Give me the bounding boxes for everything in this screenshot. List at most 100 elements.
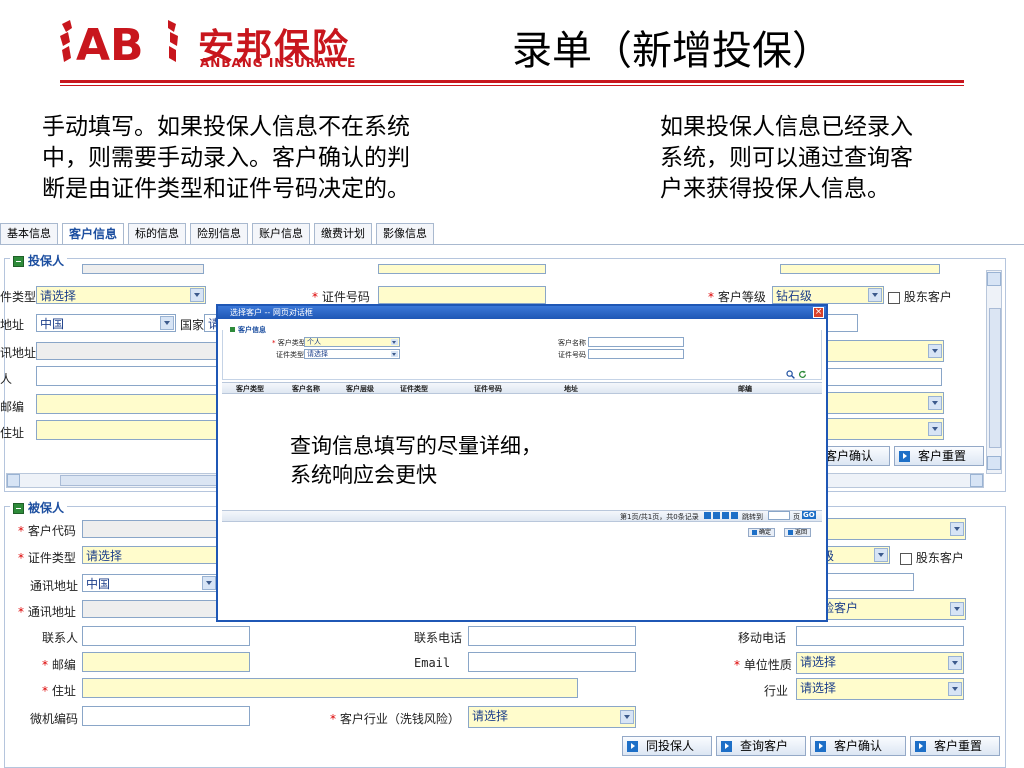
- tab-subject-info[interactable]: 标的信息: [128, 223, 187, 244]
- vertical-scroll-thumb[interactable]: [989, 308, 1001, 448]
- manual-entry-note: 手动填写。如果投保人信息不在系统 中，则需要手动录入。客户确认的判 断是由证件类…: [42, 114, 410, 202]
- insured-right-input[interactable]: [818, 573, 914, 591]
- dialog-id-type-select[interactable]: 请选择: [304, 349, 400, 359]
- applicant-legend[interactable]: 投保人: [10, 252, 68, 269]
- applicant-top-field-2[interactable]: [378, 264, 546, 274]
- play-icon: [721, 741, 732, 752]
- insured-email-input[interactable]: [468, 652, 636, 672]
- tab-coverage-info[interactable]: 险别信息: [190, 223, 249, 244]
- applicant-id-no-label: * 证件号码: [312, 290, 370, 304]
- scroll-up-icon[interactable]: [987, 272, 1001, 286]
- chevron-down-icon: [948, 656, 962, 670]
- play-icon: [899, 451, 910, 462]
- insured-confirm-button[interactable]: 客户确认: [810, 736, 906, 756]
- insured-customer-code-input[interactable]: [82, 520, 218, 538]
- next-page-icon[interactable]: [722, 512, 729, 519]
- chevron-down-icon: [202, 576, 216, 590]
- insured-aml-industry-select[interactable]: 请选择: [468, 706, 636, 728]
- chevron-down-icon: [948, 682, 962, 696]
- insured-shareholder-checkbox[interactable]: 股东客户: [900, 549, 964, 566]
- column-header[interactable]: 证件号码: [474, 384, 502, 394]
- applicant-comm-address-input[interactable]: [36, 342, 218, 360]
- insured-residence-input[interactable]: [82, 678, 578, 698]
- column-header[interactable]: 客户名称: [292, 384, 320, 394]
- applicant-right-select-3[interactable]: [812, 418, 944, 440]
- insured-level-select[interactable]: 级: [818, 546, 890, 564]
- dialog-back-button[interactable]: 返回: [784, 528, 812, 537]
- goto-label: 跳转到: [742, 513, 763, 521]
- insured-customer-code-label: * 客户代码: [18, 524, 76, 538]
- collapse-icon[interactable]: [13, 256, 24, 267]
- applicant-right-text-input[interactable]: [812, 368, 942, 386]
- query-customer-button[interactable]: 查询客户: [716, 736, 806, 756]
- applicant-shareholder-checkbox[interactable]: 股东客户: [888, 288, 952, 305]
- dialog-ok-button[interactable]: 确定: [748, 528, 776, 537]
- refresh-icon[interactable]: [798, 364, 807, 378]
- goto-page-input[interactable]: [768, 511, 790, 520]
- horizontal-scroll-thumb[interactable]: [60, 475, 220, 486]
- dialog-customer-type-select[interactable]: 个人: [304, 337, 400, 347]
- applicant-top-field-3[interactable]: [780, 264, 940, 274]
- dialog-customer-name-input[interactable]: [588, 337, 684, 347]
- insured-zip-label: * 邮编: [42, 658, 76, 672]
- column-header[interactable]: 邮编: [738, 384, 752, 394]
- column-header[interactable]: 客户类型: [236, 384, 264, 394]
- close-icon[interactable]: ×: [813, 307, 824, 318]
- applicant-zip-input[interactable]: [36, 394, 218, 414]
- insured-risk-select[interactable]: 险客户: [818, 598, 966, 620]
- chevron-down-icon: [391, 351, 398, 357]
- insured-micro-code-input[interactable]: [82, 706, 250, 726]
- dialog-title-bar[interactable]: 选择客户 -- 网页对话框: [218, 306, 826, 319]
- applicant-level-select[interactable]: 钻石级: [772, 286, 884, 304]
- go-button[interactable]: GO: [802, 511, 816, 519]
- collapse-icon[interactable]: [13, 503, 24, 514]
- tab-customer-info[interactable]: 客户信息: [62, 223, 125, 244]
- insured-zip-input[interactable]: [82, 652, 250, 672]
- scroll-right-icon[interactable]: [970, 474, 983, 487]
- dialog-id-no-input[interactable]: [588, 349, 684, 359]
- same-as-applicant-button[interactable]: 同投保人: [622, 736, 712, 756]
- insured-unit-nature-select[interactable]: 请选择: [796, 652, 964, 674]
- applicant-contact-input[interactable]: [36, 366, 218, 386]
- applicant-id-no-input[interactable]: [378, 286, 546, 304]
- play-icon: [815, 741, 826, 752]
- last-page-icon[interactable]: [731, 512, 738, 519]
- applicant-right-select[interactable]: 户: [812, 340, 944, 362]
- tab-image-info[interactable]: 影像信息: [376, 223, 435, 244]
- insured-comm-address2-input[interactable]: [82, 600, 218, 618]
- insured-reset-button[interactable]: 客户重置: [910, 736, 1000, 756]
- checkbox-icon[interactable]: [900, 552, 912, 565]
- insured-right-select[interactable]: [812, 518, 966, 540]
- applicant-address-select[interactable]: 中国: [36, 314, 176, 332]
- scroll-left-icon[interactable]: [7, 474, 20, 487]
- insured-phone-input[interactable]: [468, 626, 636, 646]
- tab-basic-info[interactable]: 基本信息: [0, 223, 58, 244]
- insured-industry-select[interactable]: 请选择: [796, 678, 964, 700]
- play-icon: [627, 741, 638, 752]
- column-header[interactable]: 地址: [564, 384, 578, 394]
- applicant-id-type-select[interactable]: 请选择: [36, 286, 206, 304]
- insured-id-type-select[interactable]: 请选择: [82, 546, 218, 564]
- column-header[interactable]: 客户层级: [346, 384, 374, 394]
- page-title: 录单（新增投保）: [512, 28, 832, 74]
- checkbox-icon[interactable]: [888, 291, 900, 304]
- search-icon[interactable]: [786, 364, 795, 379]
- chevron-down-icon: [160, 316, 174, 330]
- insured-legend[interactable]: 被保人: [10, 499, 68, 516]
- column-header[interactable]: 证件类型: [400, 384, 428, 394]
- applicant-right-select-2[interactable]: [812, 392, 944, 414]
- scroll-down-icon[interactable]: [987, 456, 1001, 470]
- tab-payment-plan[interactable]: 缴费计划: [314, 223, 373, 244]
- insured-contact-input[interactable]: [82, 626, 250, 646]
- applicant-confirm-button[interactable]: 客户确认: [818, 446, 890, 466]
- insured-mobile-input[interactable]: [796, 626, 964, 646]
- tab-account-info[interactable]: 账户信息: [252, 223, 311, 244]
- insured-comm-address-select[interactable]: 中国: [82, 574, 218, 592]
- chevron-down-icon: [391, 339, 398, 345]
- first-page-icon[interactable]: [704, 512, 711, 519]
- applicant-top-field[interactable]: [82, 264, 204, 274]
- prev-page-icon[interactable]: [713, 512, 720, 519]
- applicant-residence-input[interactable]: [36, 420, 218, 440]
- chevron-down-icon: [950, 522, 964, 536]
- applicant-reset-button[interactable]: 客户重置: [894, 446, 984, 466]
